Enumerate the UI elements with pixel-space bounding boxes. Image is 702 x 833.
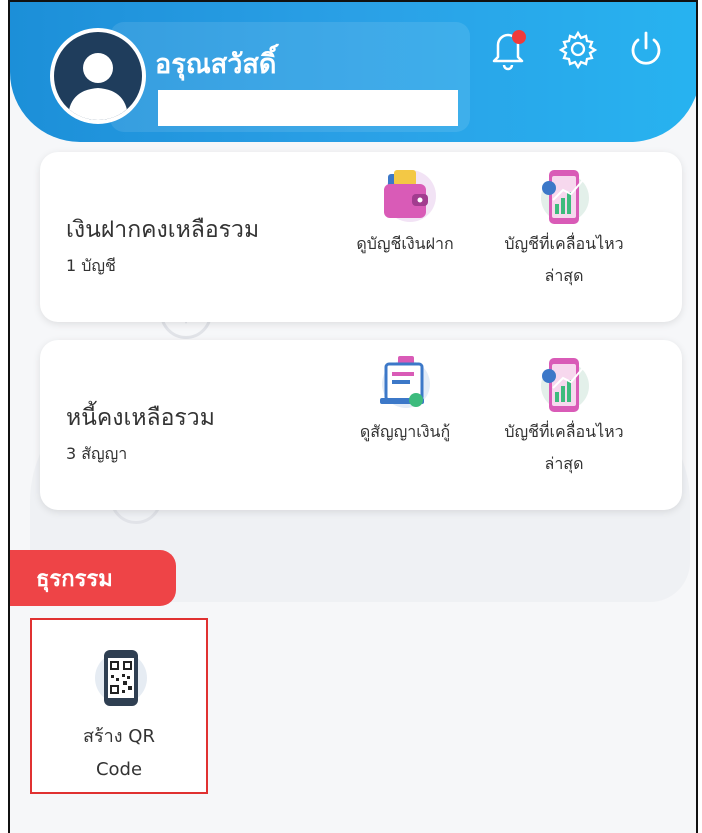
deposit-total-title: เงินฝากคงเหลือรวม	[66, 217, 260, 243]
person-icon	[68, 53, 128, 120]
loan-contract-icon	[380, 356, 430, 408]
notification-button[interactable]	[486, 24, 530, 74]
loan-total-title: หนี้คงเหลือรวม	[66, 405, 215, 431]
phone-chart-icon	[541, 170, 589, 224]
recent-loan-activity-button[interactable]: บัญชีที่เคลื่อนไหว ล่าสุด	[476, 354, 652, 480]
recent-loan-activity-label-2: ล่าสุด	[544, 454, 584, 473]
user-name-redacted	[158, 90, 458, 126]
bell-icon	[492, 30, 526, 71]
create-qr-label: สร้าง QR Code	[32, 720, 206, 786]
notification-dot	[512, 30, 526, 44]
create-qr-label-line1: สร้าง QR	[83, 726, 155, 747]
view-deposit-label: ดูบัญชีเงินฝาก	[356, 234, 454, 253]
header: อรุณสวัสดิ์	[10, 2, 696, 142]
wallet-icon	[384, 170, 436, 222]
recent-loan-activity-label: บัญชีที่เคลื่อนไหว	[504, 422, 624, 441]
phone-chart-icon	[541, 358, 589, 412]
app-screen: $ $ อรุณสวัสดิ์	[8, 0, 698, 833]
power-icon	[631, 31, 661, 65]
avatar[interactable]	[50, 28, 146, 124]
create-qr-code-button[interactable]: สร้าง QR Code	[30, 618, 208, 794]
recent-deposit-activity-button[interactable]: บัญชีที่เคลื่อนไหว ล่าสุด	[476, 166, 652, 292]
deposit-summary-card: เงินฝากคงเหลือรวม 1 บัญชี ดูบัญชีเงินฝาก	[40, 152, 682, 322]
gear-icon	[558, 30, 598, 69]
qr-code-phone-icon	[94, 648, 148, 708]
settings-button[interactable]	[556, 24, 600, 74]
view-deposit-accounts-button[interactable]: ดูบัญชีเงินฝาก	[330, 166, 480, 260]
logout-button[interactable]	[624, 24, 668, 74]
recent-activity-label: บัญชีที่เคลื่อนไหว	[504, 234, 624, 253]
recent-activity-label-2: ล่าสุด	[544, 266, 584, 285]
view-loan-contracts-button[interactable]: ดูสัญญาเงินกู้	[330, 354, 480, 448]
view-loan-label: ดูสัญญาเงินกู้	[359, 422, 451, 441]
deposit-account-count: 1 บัญชี	[66, 256, 116, 275]
loan-summary-card: หนี้คงเหลือรวม 3 สัญญา ดูสัญญาเงินกู้ บั…	[40, 340, 682, 510]
greeting-text: อรุณสวัสดิ์	[155, 49, 277, 80]
create-qr-label-line2: Code	[95, 759, 143, 780]
transactions-section-tab: ธุรกรรม	[10, 550, 176, 606]
loan-contract-count: 3 สัญญา	[66, 444, 128, 463]
